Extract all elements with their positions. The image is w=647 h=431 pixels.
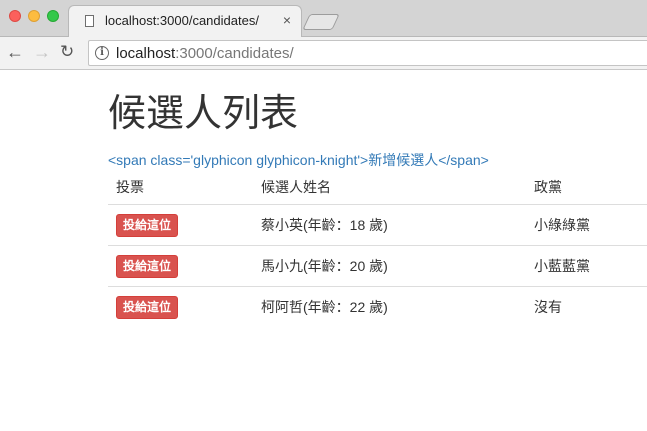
candidate-party: 沒有 xyxy=(526,286,647,327)
url-host: localhost xyxy=(116,45,176,62)
candidate-name: 柯阿哲(年齡：22 歲) xyxy=(253,286,526,327)
vote-button[interactable]: 投給這位 xyxy=(116,295,179,319)
close-window-button[interactable] xyxy=(9,10,21,22)
address-bar[interactable]: i localhost:3000/candidates/ xyxy=(88,40,647,66)
header-vote: 投票 xyxy=(108,170,253,205)
page-icon xyxy=(85,15,94,27)
browser-tab[interactable]: localhost:3000/candidates/ × xyxy=(68,5,302,37)
minimize-window-button[interactable] xyxy=(28,10,40,22)
tab-title: localhost:3000/candidates/ xyxy=(105,13,259,28)
candidate-party: 小藍藍黨 xyxy=(526,245,647,287)
browser-tab-bar: localhost:3000/candidates/ × xyxy=(0,0,647,37)
table-row: 投給這位 馬小九(年齡：20 歲) 小藍藍黨 xyxy=(108,245,647,287)
vote-button[interactable]: 投給這位 xyxy=(116,254,179,278)
reload-icon[interactable]: ↻ xyxy=(60,42,74,62)
tab-close-icon[interactable]: × xyxy=(283,12,291,28)
vote-button[interactable]: 投給這位 xyxy=(116,213,179,237)
new-candidate-link[interactable]: <span class='glyphicon glyphicon-knight'… xyxy=(108,150,489,170)
table-row: 投給這位 柯阿哲(年齡：22 歲) 沒有 xyxy=(108,286,647,327)
candidates-table: 投票 候選人姓名 政黨 投給這位 蔡小英(年齡：18 歲) 小綠綠黨 投給這位 … xyxy=(108,170,647,327)
vote-cell: 投給這位 xyxy=(108,205,253,246)
url-text[interactable]: localhost:3000/candidates/ xyxy=(116,45,294,62)
back-arrow-icon[interactable]: ← xyxy=(6,42,24,62)
candidate-name: 馬小九(年齡：20 歲) xyxy=(253,245,526,287)
url-path: :3000/candidates/ xyxy=(175,45,294,62)
candidate-party: 小綠綠黨 xyxy=(534,217,590,233)
vote-cell: 投給這位 xyxy=(108,245,253,287)
info-icon[interactable]: i xyxy=(95,46,109,60)
header-party: 政黨 xyxy=(526,170,647,205)
header-name: 候選人姓名 xyxy=(253,170,526,205)
table-header-row: 投票 候選人姓名 政黨 xyxy=(108,170,647,205)
maximize-window-button[interactable] xyxy=(47,10,59,22)
forward-arrow-icon[interactable]: → xyxy=(33,42,51,62)
page-title: 候選人列表 xyxy=(108,93,299,135)
vote-cell: 投給這位 xyxy=(108,286,253,327)
new-tab-button[interactable] xyxy=(302,14,340,30)
page-content: 候選人列表 <span class='glyphicon glyphicon-k… xyxy=(0,70,647,431)
browser-toolbar: ← → ↻ i localhost:3000/candidates/ xyxy=(0,37,647,70)
candidate-name: 蔡小英(年齡：18 歲) xyxy=(261,217,388,233)
table-row: 投給這位 蔡小英(年齡：18 歲) 小綠綠黨 xyxy=(108,205,647,246)
